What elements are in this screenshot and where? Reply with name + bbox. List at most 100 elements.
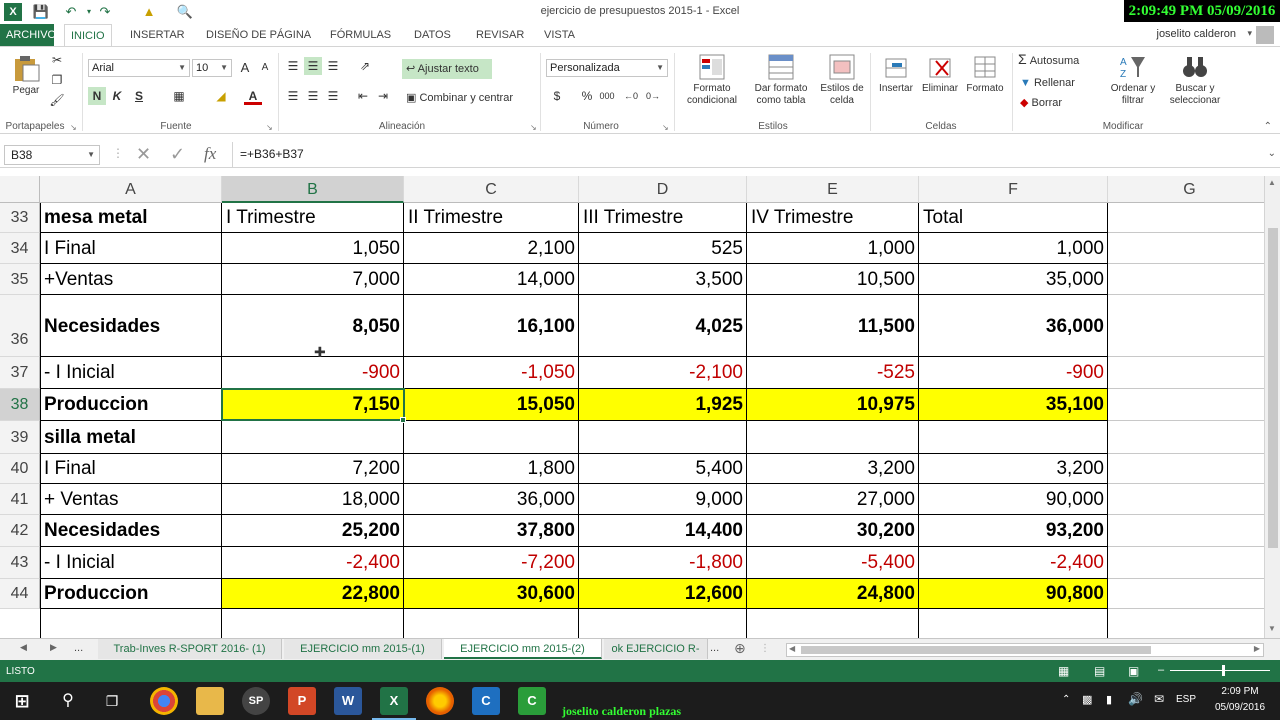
row-header[interactable]: 41 [0, 484, 40, 515]
row-label-cell[interactable]: silla metal [40, 421, 222, 454]
autosum-button[interactable]: Σ Autosuma [1018, 52, 1108, 67]
data-cell[interactable]: 3,200 [919, 454, 1108, 484]
font-color-icon[interactable]: A [244, 87, 262, 105]
clear-button[interactable]: ◆ Borrar [1020, 97, 1108, 109]
row-label-cell[interactable]: Produccion [40, 579, 222, 609]
data-cell[interactable]: 22,800 [222, 579, 404, 609]
align-middle-icon[interactable]: ☰ [304, 57, 322, 75]
font-name-select[interactable]: Arial ▼ [88, 59, 190, 77]
data-cell[interactable]: 37,800 [404, 515, 579, 547]
avatar[interactable] [1256, 26, 1274, 44]
fill-handle[interactable] [400, 417, 406, 423]
cell-styles-button[interactable]: Estilos de celda [816, 53, 868, 107]
vertical-scrollbar[interactable]: ▲ ▼ [1264, 176, 1280, 638]
sheet-tab-2[interactable]: EJERCICIO mm 2015-(1) [284, 639, 442, 659]
data-cell[interactable]: 90,000 [919, 484, 1108, 515]
column-header-c[interactable]: C [404, 176, 579, 203]
tab-file[interactable]: ARCHIVO [0, 24, 56, 46]
data-cell[interactable]: 15,050 [404, 389, 579, 421]
row-label-cell[interactable]: - I Inicial [40, 547, 222, 579]
font-launcher-icon[interactable]: ↘ [266, 123, 273, 132]
data-cell[interactable]: 5,400 [579, 454, 747, 484]
data-cell[interactable]: 25,200 [222, 515, 404, 547]
scrollbar-thumb[interactable] [801, 646, 1151, 654]
grow-font-icon[interactable]: A [236, 59, 254, 77]
merge-center-button[interactable]: ▣ Combinar y centrar [402, 89, 528, 107]
row-header[interactable]: 33 [0, 203, 40, 233]
chrome-icon[interactable] [150, 687, 178, 715]
data-cell[interactable]: 14,400 [579, 515, 747, 547]
data-cell[interactable]: 24,800 [747, 579, 919, 609]
increase-indent-icon[interactable]: ⇥ [374, 87, 392, 105]
horizontal-scrollbar[interactable]: ◀ ▶ [786, 643, 1264, 657]
wrap-text-button[interactable]: ↩ Ajustar texto [402, 59, 492, 79]
row-header[interactable]: 37 [0, 357, 40, 389]
row-label-cell[interactable]: Necesidades [40, 515, 222, 547]
tab-home[interactable]: INICIO [64, 24, 112, 47]
data-cell[interactable]: 30,600 [404, 579, 579, 609]
row-header[interactable]: 44 [0, 579, 40, 609]
data-cell[interactable]: 11,500 [747, 313, 919, 341]
tab-formulas[interactable]: FÓRMULAS [324, 24, 397, 46]
data-cell[interactable]: -5,400 [747, 547, 919, 579]
collapse-ribbon-icon[interactable]: ⌃ [1264, 121, 1272, 132]
sheet-tab-4[interactable]: ok EJERCICIO R- [604, 639, 708, 659]
data-cell[interactable]: 9,000 [579, 484, 747, 515]
page-layout-view-icon[interactable]: ▤ [1094, 664, 1105, 678]
more-sheets-right[interactable]: ... [710, 642, 719, 654]
excel-icon[interactable]: X [380, 687, 408, 715]
format-painter-icon[interactable]: 🖌 [48, 91, 66, 109]
app-c-green-icon[interactable]: C [518, 687, 546, 715]
data-cell[interactable]: I Trimestre [222, 203, 404, 233]
data-cell[interactable]: 10,975 [747, 389, 919, 421]
cancel-icon[interactable]: ✕ [136, 144, 151, 165]
data-cell[interactable]: 14,000 [404, 264, 579, 295]
word-icon[interactable]: W [334, 687, 362, 715]
number-format-select[interactable]: Personalizada ▼ [546, 59, 668, 77]
fill-button[interactable]: ▼ Rellenar [1020, 77, 1108, 89]
column-header-f[interactable]: F [919, 176, 1108, 203]
column-header-d[interactable]: D [579, 176, 747, 203]
column-header-b[interactable]: B [222, 176, 404, 203]
paste-button[interactable]: Pegar [6, 53, 46, 97]
data-cell[interactable]: 3,500 [579, 264, 747, 295]
find-select-button[interactable]: Buscar y seleccionar [1162, 53, 1228, 107]
zoom-out-icon[interactable]: – [1158, 664, 1164, 676]
data-cell[interactable]: 1,000 [747, 233, 919, 264]
data-cell[interactable] [579, 421, 747, 454]
row-header[interactable]: 43 [0, 547, 40, 579]
increase-decimal-icon[interactable]: ←0 [622, 87, 640, 105]
align-bottom-icon[interactable]: ☰ [324, 57, 342, 75]
conditional-format-button[interactable]: Formato condicional [680, 53, 744, 107]
data-cell[interactable]: -900 [919, 357, 1108, 389]
data-cell[interactable]: -7,200 [404, 547, 579, 579]
decrease-indent-icon[interactable]: ⇤ [354, 87, 372, 105]
data-cell[interactable]: -1,050 [404, 357, 579, 389]
zoom-slider-thumb[interactable] [1222, 665, 1225, 676]
data-cell[interactable]: -525 [747, 357, 919, 389]
insert-function-button[interactable]: fx [204, 144, 216, 164]
data-cell[interactable]: 10,500 [747, 264, 919, 295]
scroll-up-icon[interactable]: ▲ [1268, 178, 1276, 187]
zoom-slider[interactable] [1170, 670, 1270, 671]
data-cell[interactable]: 16,100 [404, 313, 579, 341]
tab-data[interactable]: DATOS [408, 24, 457, 46]
data-cell[interactable]: 93,200 [919, 515, 1108, 547]
row-header[interactable]: 39 [0, 421, 40, 454]
powerpoint-icon[interactable]: P [288, 687, 316, 715]
data-cell[interactable]: 2,100 [404, 233, 579, 264]
next-sheet-icon[interactable]: ▶ [50, 642, 57, 653]
row-header[interactable]: 38 [0, 389, 40, 421]
row-label-cell[interactable]: mesa metal [40, 203, 222, 233]
firefox-icon[interactable] [426, 687, 454, 715]
taskbar-date[interactable]: 05/09/2016 [1208, 702, 1272, 713]
data-cell[interactable]: 8,050 [222, 313, 404, 341]
page-break-view-icon[interactable]: ▣ [1128, 664, 1139, 678]
sort-filter-button[interactable]: AZ Ordenar y filtrar [1104, 53, 1162, 107]
data-cell[interactable]: III Trimestre [579, 203, 747, 233]
scroll-left-icon[interactable]: ◀ [789, 644, 795, 653]
user-name[interactable]: joselito calderon [1157, 28, 1237, 40]
data-cell[interactable]: -900 [222, 357, 404, 389]
row-header[interactable]: 36 [0, 295, 40, 357]
row-label-cell[interactable]: Produccion [40, 389, 222, 421]
